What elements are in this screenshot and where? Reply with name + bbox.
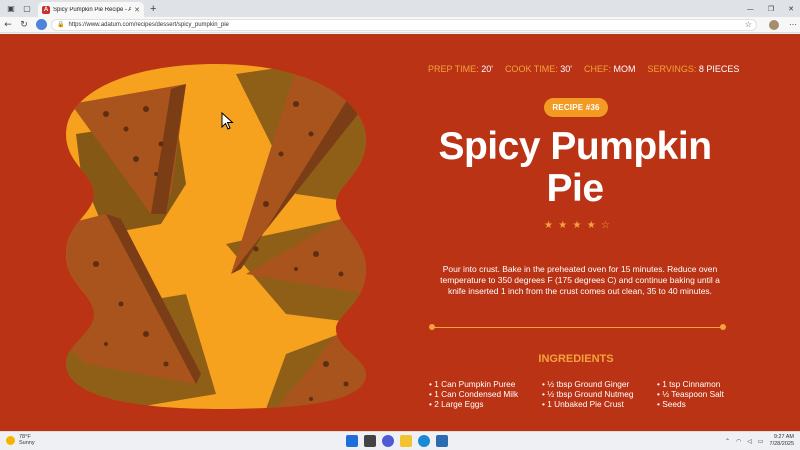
chef-label: CHEF: [584, 64, 612, 74]
ingredient-item: • Seeds [657, 399, 686, 409]
window-controls: — ❐ ✕ [747, 0, 794, 17]
close-window-icon[interactable]: ✕ [788, 5, 794, 13]
address-bar[interactable]: 🔒 https://www.adatum.com/recipes/dessert… [51, 18, 757, 31]
recipe-page: PREP TIME: 20' COOK TIME: 30' CHEF: MOM … [0, 34, 800, 431]
tab-actions-icon[interactable]: ▢ [22, 4, 32, 14]
empty-star-icon: ☆ [601, 220, 610, 231]
prep-time-value: 20' [481, 64, 493, 74]
tab-active[interactable]: A Spicy Pumpkin Pie Recipe - Adatum ✕ [38, 2, 144, 17]
taskbar-apps [346, 435, 448, 447]
weather-desc: Sunny [19, 440, 35, 446]
servings-value: 8 PIECES [698, 64, 740, 74]
new-tab-icon[interactable]: + [150, 3, 156, 15]
refresh-icon[interactable]: ↻ [16, 20, 32, 30]
lock-icon[interactable]: 🔒 [57, 21, 64, 28]
filled-star-icon: ★ [586, 220, 596, 231]
mouse-cursor-icon [221, 112, 234, 130]
profile-avatar[interactable] [769, 19, 779, 30]
workspaces-icon[interactable]: ▣ [6, 4, 16, 14]
clock[interactable]: 9:27 AM 7/28/2025 [770, 434, 794, 448]
filled-star-icon: ★ [572, 220, 582, 231]
ingredients-column: • 1 tsp Cinnamon • ½ Teaspoon Salt • See… [657, 379, 747, 409]
volume-icon[interactable]: ◁ [747, 438, 752, 445]
favorite-star-icon[interactable]: ☆ [745, 20, 752, 29]
filled-star-icon: ★ [558, 220, 568, 231]
system-tray: ⌃ ◠ ◁ ▭ 9:27 AM 7/28/2025 [725, 434, 794, 448]
pumpkin-pie-photo [66, 64, 366, 409]
store-icon[interactable] [436, 435, 448, 447]
url-text: https://www.adatum.com/recipes/dessert/s… [68, 21, 229, 28]
ingredient-item: • 1 Can Condensed Milk [429, 389, 519, 399]
minimize-icon[interactable]: — [747, 5, 754, 13]
cook-time: COOK TIME: 30' [505, 64, 572, 74]
servings-label: SERVINGS: [647, 64, 697, 74]
browser-tab-strip: ▣ ▢ A Spicy Pumpkin Pie Recipe - Adatum … [0, 0, 800, 17]
back-icon[interactable]: ← [0, 20, 16, 30]
file-explorer-icon[interactable] [400, 435, 412, 447]
chef-value: MOM [613, 64, 636, 74]
filled-star-icon: ★ [544, 220, 553, 231]
prep-time-label: PREP TIME: [428, 64, 479, 74]
star-rating: ★ ★ ★ ★ ☆ [544, 220, 610, 231]
ingredient-item: • 2 Large Eggs [429, 399, 484, 409]
start-icon[interactable] [346, 435, 358, 447]
chevron-up-icon[interactable]: ⌃ [725, 438, 730, 445]
ingredient-item: • 1 Can Pumpkin Puree [429, 379, 516, 389]
cook-time-label: COOK TIME: [504, 64, 558, 74]
ingredient-item: • 1 tsp Cinnamon [657, 379, 721, 389]
weather-widget[interactable]: 78°F Sunny [6, 434, 35, 446]
battery-icon[interactable]: ▭ [758, 438, 764, 445]
adatum-favicon-icon: A [42, 5, 50, 14]
copilot-taskbar-icon[interactable] [382, 435, 394, 447]
tab-title: Spicy Pumpkin Pie Recipe - Adatum [53, 6, 132, 13]
task-view-icon[interactable] [364, 435, 376, 447]
clock-date: 7/28/2025 [769, 441, 794, 447]
section-divider [432, 327, 723, 328]
pie-slices-image [66, 64, 366, 409]
browser-toolbar: ← ↻ 🔒 https://www.adatum.com/recipes/des… [0, 17, 800, 33]
servings: SERVINGS: 8 PIECES [648, 64, 740, 74]
maximize-icon[interactable]: ❐ [768, 5, 774, 13]
recipe-number-badge: RECIPE #36 [544, 98, 608, 117]
prep-time: PREP TIME: 20' [428, 64, 493, 74]
divider-dot-left [429, 324, 435, 330]
ingredient-item: • ½ tbsp Ground Ginger [542, 379, 630, 389]
ingredients-heading: INGREDIENTS [538, 353, 614, 365]
ingredients-column: • ½ tbsp Ground Ginger • ½ tbsp Ground N… [542, 379, 657, 409]
divider-dot-right [720, 324, 726, 330]
recipe-meta: PREP TIME: 20' COOK TIME: 30' CHEF: MOM … [428, 64, 788, 74]
copilot-icon[interactable] [36, 19, 47, 30]
more-menu-icon[interactable]: ⋯ [789, 20, 797, 29]
wifi-icon[interactable]: ◠ [736, 438, 741, 445]
edge-browser-icon[interactable] [418, 435, 430, 447]
ingredient-item: • ½ Teaspoon Salt [657, 389, 724, 399]
clock-time: 9:27 AM [773, 434, 794, 440]
ingredients-list: • 1 Can Pumpkin Puree • 1 Can Condensed … [429, 379, 749, 409]
cook-time-value: 30' [560, 64, 573, 74]
ingredient-item: • 1 Unbaked Pie Crust [542, 399, 624, 409]
windows-taskbar: 78°F Sunny ⌃ ◠ ◁ ▭ 9:27 AM 7/28/2025 [0, 431, 800, 450]
recipe-title: Spicy Pumpkin Pie [438, 125, 712, 210]
chef: CHEF: MOM [584, 64, 636, 74]
ingredient-item: • ½ tbsp Ground Nutmeg [542, 389, 634, 399]
recipe-description: Pour into crust. Bake in the preheated o… [440, 264, 720, 296]
sun-icon [6, 435, 15, 445]
close-tab-icon[interactable]: ✕ [134, 6, 140, 14]
ingredients-column: • 1 Can Pumpkin Puree • 1 Can Condensed … [429, 379, 542, 409]
